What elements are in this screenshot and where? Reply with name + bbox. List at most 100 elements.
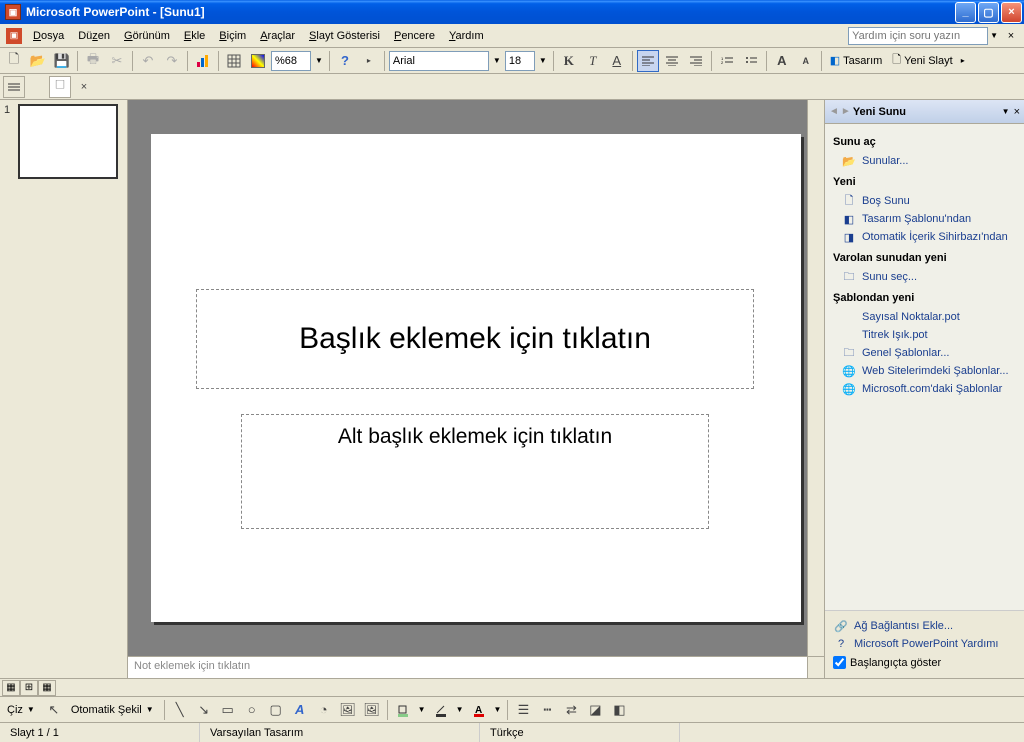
folder-icon: 🗀 [841,346,857,360]
link-tpl1[interactable]: Sayısal Noktalar.pot [833,308,1016,326]
help-icon[interactable]: ? [334,50,356,72]
fontsize-select[interactable]: 18 [505,51,535,71]
menu-help[interactable]: Yardım [442,27,491,45]
oval-icon[interactable]: ○ [241,699,263,721]
link-add-network[interactable]: 🔗Ağ Bağlantısı Ekle... [833,617,1016,635]
align-center-icon[interactable] [661,50,683,72]
link-web-tpl[interactable]: 🌐Web Sitelerimdeki Şablonlar... [833,362,1016,380]
link-general-tpl[interactable]: 🗀Genel Şablonlar... [833,344,1016,362]
textbox-icon[interactable]: ▢ [265,699,287,721]
close-button[interactable]: × [1001,2,1022,23]
link-from-template[interactable]: ◧Tasarım Şablonu'ndan [833,210,1016,228]
menu-edit[interactable]: Düzen [71,27,117,45]
underline-icon[interactable]: A [606,50,628,72]
standard-toolbar: 🗋 📂 💾 🖶 ✂ ↶ ↷ %68▼ ? ▸ Arial▼ 18▼ K T A … [0,48,1024,74]
new-icon[interactable]: 🗋 [3,50,25,72]
chart-icon[interactable] [192,50,214,72]
notes-scrollbar[interactable] [807,657,824,678]
slide-thumbnail[interactable] [18,104,118,179]
font-select[interactable]: Arial [389,51,489,71]
taskpane-forward-icon[interactable]: ► [841,106,851,117]
align-left-icon[interactable] [637,50,659,72]
zoom-dropdown-icon[interactable]: ▼ [313,56,325,65]
design-button[interactable]: ◧Tasarım [826,50,887,72]
link-open-presentations[interactable]: 📂Sunular... [833,152,1016,170]
autoshape-menu[interactable]: Otomatik Şekil▼ [67,700,160,720]
menu-view[interactable]: Görünüm [117,27,177,45]
picture-icon[interactable]: 🖼 [361,699,383,721]
link-ms-tpl[interactable]: 🌐Microsoft.com'daki Şablonlar [833,380,1016,398]
print-icon[interactable]: 🖶 [82,50,104,72]
font-grow-icon[interactable]: A [771,50,793,72]
cut-icon[interactable]: ✂ [106,50,128,72]
normal-view-icon[interactable]: ▦ [2,680,20,696]
taskpane-back-icon[interactable]: ◄ [829,106,839,117]
taskpane-dropdown-icon[interactable]: ▼ [1002,107,1010,116]
minimize-button[interactable]: _ [955,2,976,23]
numbered-list-icon[interactable]: 12 [716,50,738,72]
menu-insert[interactable]: Ekle [177,27,212,45]
line-icon[interactable]: ╲ [169,699,191,721]
line-color-icon[interactable] [430,699,452,721]
more-icon[interactable]: ▸ [358,50,380,72]
open-icon[interactable]: 📂 [27,50,49,72]
slide-canvas[interactable]: Başlık eklemek için tıklatın Alt başlık … [151,134,801,622]
taskpane-close-icon[interactable]: × [1014,106,1020,118]
maximize-button[interactable]: ▢ [978,2,999,23]
fontsize-dropdown-icon[interactable]: ▼ [537,56,549,65]
font-shrink-icon[interactable]: A [795,50,817,72]
slides-tab-icon[interactable]: 🗆 [49,76,71,98]
show-startup-checkbox[interactable]: Başlangıçta göster [833,653,1016,672]
toolbar-overflow-icon[interactable]: ▸ [959,56,967,65]
zoom-select[interactable]: %68 [271,51,311,71]
close-panel-icon[interactable]: × [73,76,95,98]
menu-format[interactable]: Biçim [212,27,253,45]
notes-area[interactable]: Not eklemek için tıklatın [128,656,824,678]
bullet-list-icon[interactable] [740,50,762,72]
link-blank[interactable]: 🗋Boş Sunu [833,192,1016,210]
menu-slideshow[interactable]: Slayt Gösterisi [302,27,387,45]
wordart-icon[interactable]: A [289,699,311,721]
link-choose[interactable]: 🗀Sunu seç... [833,268,1016,286]
3d-icon[interactable]: ◧ [608,699,630,721]
align-right-icon[interactable] [685,50,707,72]
menu-tools[interactable]: Araçlar [253,27,302,45]
title-placeholder[interactable]: Başlık eklemek için tıklatın [196,289,754,389]
link-from-wizard[interactable]: ◨Otomatik İçerik Sihirbazı'ndan [833,228,1016,246]
dash-style-icon[interactable]: ┅ [536,699,558,721]
link-pp-help[interactable]: ?Microsoft PowerPoint Yardımı [833,635,1016,653]
table-icon[interactable] [223,50,245,72]
italic-icon[interactable]: T [582,50,604,72]
statusbar: Slayt 1 / 1 Varsayılan Tasarım Türkçe [0,722,1024,742]
new-slide-button[interactable]: 🗋Yeni Slayt [888,50,956,72]
rect-icon[interactable]: ▭ [217,699,239,721]
redo-icon[interactable]: ↷ [161,50,183,72]
arrow-icon[interactable]: ↘ [193,699,215,721]
vertical-scrollbar[interactable] [807,100,824,656]
line-style-icon[interactable]: ☰ [512,699,534,721]
clipart-icon[interactable]: 🖼 [337,699,359,721]
menu-window[interactable]: Pencere [387,27,442,45]
slideshow-view-icon[interactable]: ▦ [38,680,56,696]
help-dropdown-icon[interactable]: ▼ [988,31,1000,40]
doc-close-button[interactable]: × [1003,28,1019,44]
outline-tab-icon[interactable] [3,76,25,98]
arrow-style-icon[interactable]: ⇄ [560,699,582,721]
menu-file[interactable]: Dosya [26,27,71,45]
draw-menu[interactable]: Çiz▼ [3,700,41,720]
save-icon[interactable]: 💾 [51,50,73,72]
bold-icon[interactable]: K [558,50,580,72]
fill-color-icon[interactable] [392,699,414,721]
font-color-icon[interactable]: A [468,699,490,721]
font-dropdown-icon[interactable]: ▼ [491,56,503,65]
app-icon: ▣ [5,4,21,20]
subtitle-placeholder[interactable]: Alt başlık eklemek için tıklatın [241,414,709,529]
diagram-icon[interactable]: ◔ [313,699,335,721]
select-icon[interactable]: ↖ [43,699,65,721]
shadow-icon[interactable]: ◪ [584,699,606,721]
help-search-input[interactable] [848,27,988,45]
undo-icon[interactable]: ↶ [137,50,159,72]
link-tpl2[interactable]: Titrek Işık.pot [833,326,1016,344]
sorter-view-icon[interactable]: ⊞ [20,680,38,696]
color-icon[interactable] [247,50,269,72]
